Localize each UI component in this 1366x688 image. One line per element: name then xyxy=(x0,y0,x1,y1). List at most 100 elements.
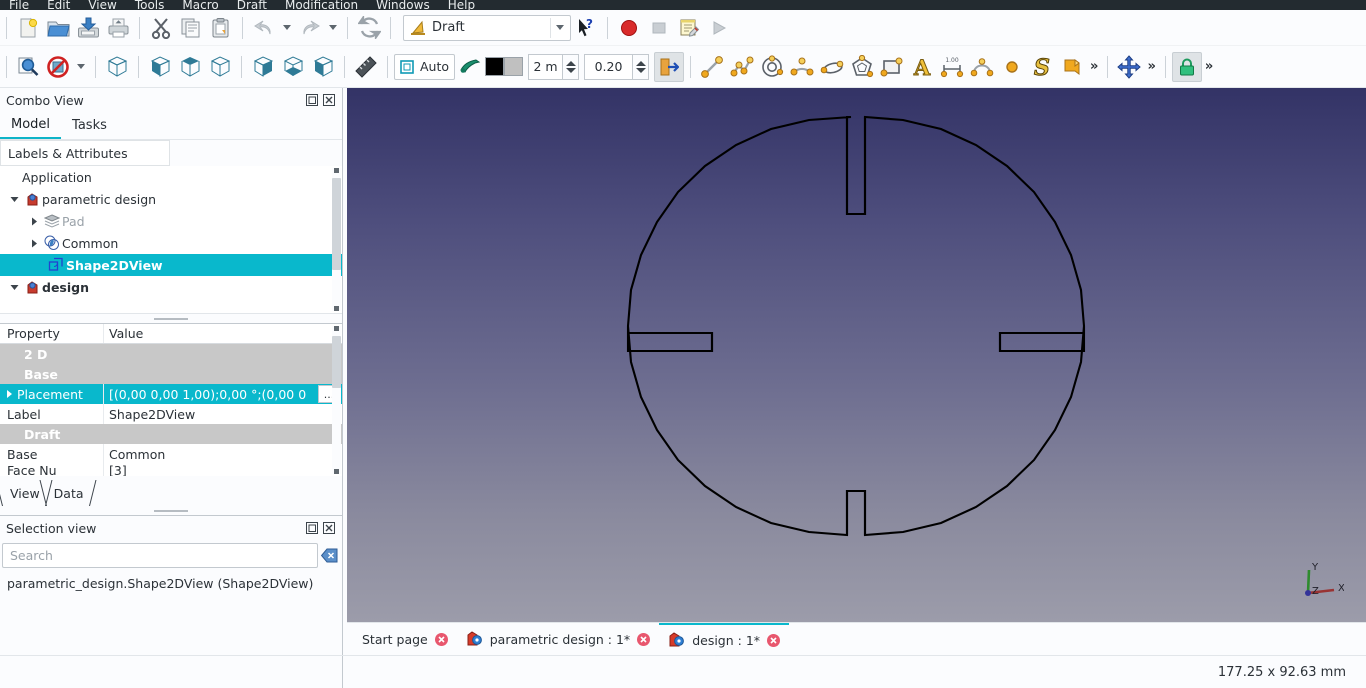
scroll-up-arrow-icon[interactable] xyxy=(334,326,339,331)
tree-header-labels-attributes[interactable]: Labels & Attributes xyxy=(0,140,170,166)
view-right-button[interactable] xyxy=(205,52,235,82)
menu-item-macro[interactable]: Macro xyxy=(173,0,227,10)
view-left-button[interactable] xyxy=(308,52,338,82)
menu-item-edit[interactable]: Edit xyxy=(38,0,79,10)
property-group-base[interactable]: Base xyxy=(0,364,342,384)
tab-view[interactable]: View xyxy=(2,480,46,506)
open-document-button[interactable] xyxy=(43,13,73,43)
draw-style-button[interactable] xyxy=(43,52,73,82)
workbench-dropdown-arrow[interactable] xyxy=(550,18,568,38)
draft-rectangle-button[interactable] xyxy=(877,52,907,82)
draw-style-dropdown-button[interactable] xyxy=(73,52,89,82)
draft-move-button[interactable] xyxy=(1114,52,1144,82)
selection-entry[interactable]: parametric_design.Shape2DView (Shape2DVi… xyxy=(0,570,342,591)
float-panel-icon[interactable] xyxy=(305,93,319,107)
tree-item-common[interactable]: Common xyxy=(0,232,342,254)
tree-item-pad[interactable]: Pad xyxy=(0,210,342,232)
text-size-stepper[interactable] xyxy=(632,54,649,80)
tab-data[interactable]: Data xyxy=(46,480,90,506)
scroll-down-arrow-icon[interactable] xyxy=(334,469,339,474)
face-color-swatch[interactable] xyxy=(504,57,523,76)
chevron-right-icon[interactable] xyxy=(26,239,42,248)
print-button[interactable] xyxy=(103,13,133,43)
tab-model[interactable]: Model xyxy=(0,112,61,139)
measure-button[interactable] xyxy=(351,52,381,82)
menu-item-tools[interactable]: Tools xyxy=(126,0,174,10)
workbench-selector[interactable]: Draft xyxy=(403,15,571,41)
property-group-draft[interactable]: Draft xyxy=(0,424,342,444)
close-tab-icon[interactable] xyxy=(767,634,780,647)
tree-scrollbar[interactable] xyxy=(332,168,341,311)
scrollbar-thumb[interactable] xyxy=(332,336,341,388)
property-row-placement[interactable]: Placement [(0,00 0,00 1,00);0,00 °;(0,00… xyxy=(0,384,342,404)
tree-item-design[interactable]: design xyxy=(0,276,342,298)
dock-splitter-handle[interactable] xyxy=(0,314,342,323)
draft-annotation-style-button[interactable] xyxy=(455,52,485,82)
cut-button[interactable] xyxy=(146,13,176,43)
record-macro-button[interactable] xyxy=(614,13,644,43)
draft-arc-button[interactable] xyxy=(787,52,817,82)
chevron-right-icon[interactable] xyxy=(26,217,42,226)
chevron-down-icon[interactable] xyxy=(6,195,22,204)
property-editor[interactable]: Property Value 2 D Base Placement [(0,00… xyxy=(0,323,342,476)
snap-overflow-button[interactable]: » xyxy=(1202,59,1216,74)
3d-viewport[interactable]: X Y Z xyxy=(347,88,1366,622)
close-panel-icon[interactable] xyxy=(322,521,336,535)
text-size-spinbox[interactable]: 0.20 xyxy=(584,54,649,80)
property-row-face-numbers[interactable]: Face Nu [3] xyxy=(0,464,342,476)
document-tab-design[interactable]: design : 1* xyxy=(659,623,789,655)
draft-line-button[interactable] xyxy=(697,52,727,82)
draft-bspline-button[interactable] xyxy=(967,52,997,82)
draft-text-button[interactable]: A xyxy=(907,52,937,82)
menu-item-modification[interactable]: Modification xyxy=(276,0,367,10)
redo-button[interactable] xyxy=(295,13,325,43)
undo-dropdown-button[interactable] xyxy=(279,13,295,43)
line-color-swatch[interactable] xyxy=(485,57,504,76)
draft-circle-button[interactable] xyxy=(757,52,787,82)
new-document-button[interactable] xyxy=(13,13,43,43)
close-tab-icon[interactable] xyxy=(435,633,448,646)
snap-lock-button[interactable] xyxy=(1172,52,1202,82)
view-axonometric-button[interactable] xyxy=(102,52,132,82)
dock-splitter-handle-2[interactable] xyxy=(0,506,342,515)
property-scrollbar[interactable] xyxy=(332,326,341,474)
tree-item-shape2dview[interactable]: Shape2DView xyxy=(0,254,342,276)
clear-search-icon[interactable] xyxy=(321,548,338,563)
draft-facebinder-button[interactable] xyxy=(1057,52,1087,82)
document-tab-start-page[interactable]: Start page xyxy=(353,623,457,655)
property-group-2d[interactable]: 2 D xyxy=(0,344,342,364)
draft-tools-overflow-button[interactable]: » xyxy=(1087,59,1101,74)
model-tree[interactable]: Application parametric design xyxy=(0,166,342,314)
view-bottom-button[interactable] xyxy=(278,52,308,82)
execute-macro-button[interactable] xyxy=(704,13,734,43)
draft-ellipse-button[interactable] xyxy=(817,52,847,82)
scroll-up-arrow-icon[interactable] xyxy=(334,168,339,173)
draft-polyline-button[interactable] xyxy=(727,52,757,82)
save-document-button[interactable] xyxy=(73,13,103,43)
draft-point-button[interactable] xyxy=(997,52,1027,82)
undo-button[interactable] xyxy=(249,13,279,43)
copy-button[interactable] xyxy=(176,13,206,43)
search-input[interactable]: Search xyxy=(2,543,318,568)
property-row-label[interactable]: Label Shape2DView xyxy=(0,404,342,424)
menu-item-windows[interactable]: Windows xyxy=(367,0,439,10)
view-top-button[interactable] xyxy=(175,52,205,82)
expand-arrow-icon[interactable] xyxy=(7,390,12,398)
whats-this-button[interactable]: ? xyxy=(571,13,601,43)
menu-item-view[interactable]: View xyxy=(79,0,125,10)
autogroup-selector[interactable]: Auto xyxy=(394,54,455,80)
float-panel-icon[interactable] xyxy=(305,521,319,535)
menu-item-help[interactable]: Help xyxy=(439,0,484,10)
menu-item-file[interactable]: File xyxy=(0,0,38,10)
tree-item-application[interactable]: Application xyxy=(0,166,342,188)
scrollbar-thumb[interactable] xyxy=(332,178,341,270)
menu-item-draft[interactable]: Draft xyxy=(228,0,276,10)
tab-tasks[interactable]: Tasks xyxy=(61,112,118,139)
fit-all-button[interactable] xyxy=(13,52,43,82)
redo-dropdown-button[interactable] xyxy=(325,13,341,43)
paste-button[interactable] xyxy=(206,13,236,43)
apply-style-button[interactable] xyxy=(654,52,684,82)
draft-polygon-button[interactable] xyxy=(847,52,877,82)
line-width-spinbox[interactable]: 2 m xyxy=(528,54,579,80)
refresh-button[interactable] xyxy=(354,13,384,43)
